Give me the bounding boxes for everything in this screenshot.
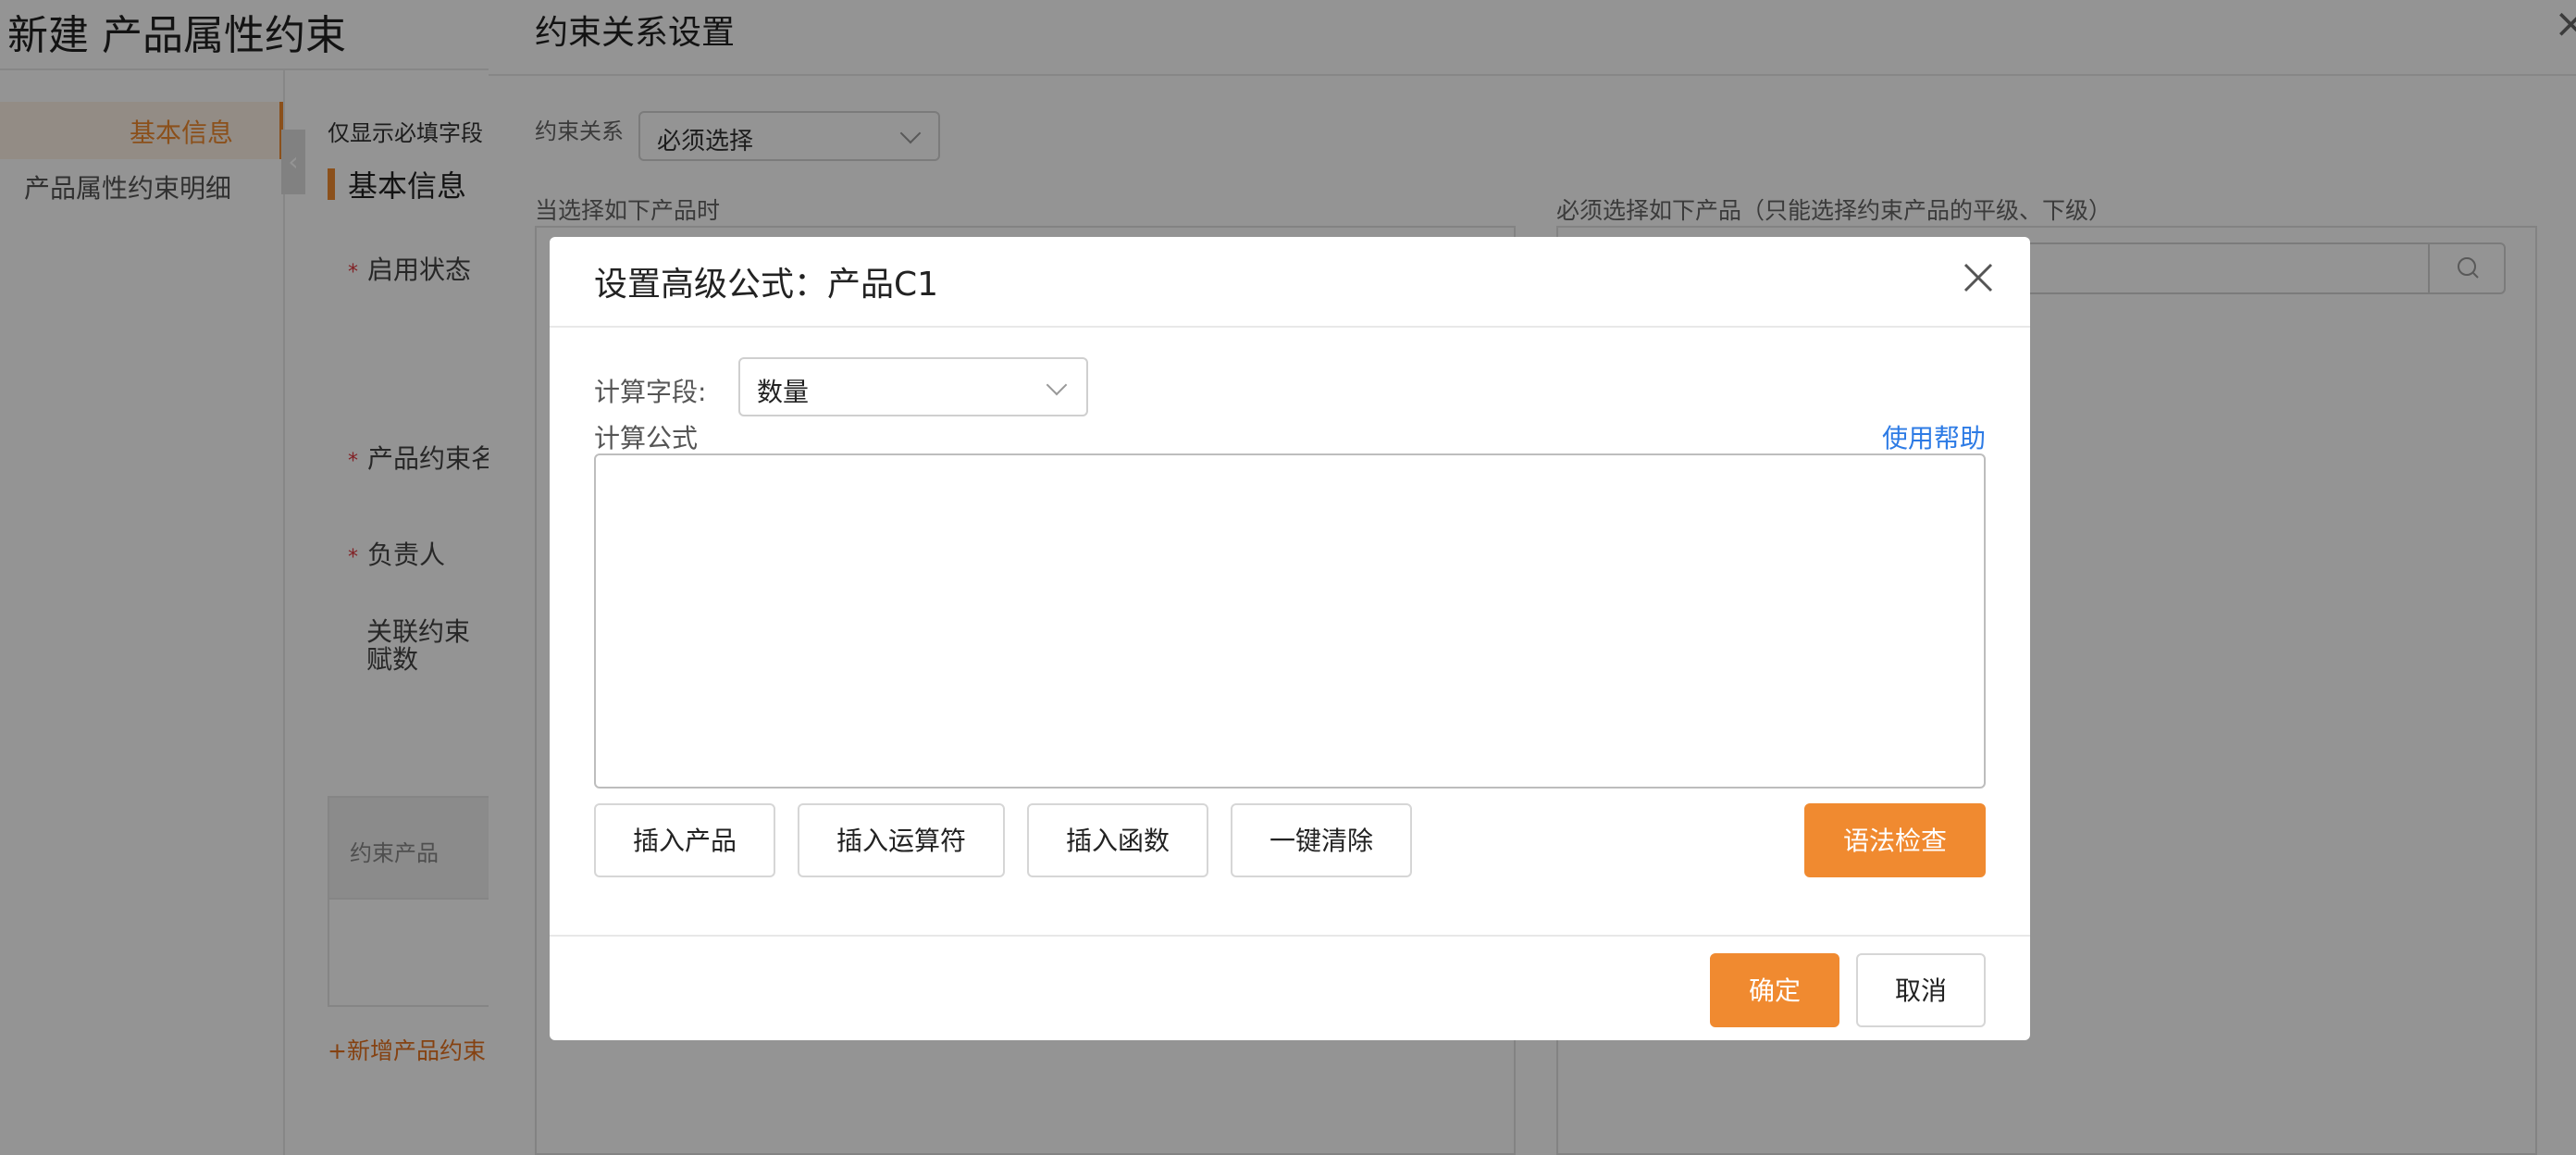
insert-function-button[interactable]: 插入函数 <box>1027 803 1208 877</box>
formula-label: 计算公式 <box>594 423 699 453</box>
calc-field-select[interactable]: 数量 <box>738 357 1088 416</box>
calc-field-label: 计算字段: <box>594 377 707 407</box>
help-link[interactable]: 使用帮助 <box>1882 418 1986 455</box>
dialog-footer-divider <box>550 935 2030 937</box>
clear-all-button[interactable]: 一键清除 <box>1231 803 1412 877</box>
dialog-header-divider <box>550 326 2030 328</box>
close-icon <box>1963 263 1993 292</box>
insert-operator-button[interactable]: 插入运算符 <box>798 803 1005 877</box>
dialog-close-button[interactable] <box>1960 259 1997 296</box>
chevron-down-icon <box>1046 374 1068 396</box>
syntax-check-button[interactable]: 语法检查 <box>1804 803 1986 877</box>
insert-product-button[interactable]: 插入产品 <box>594 803 775 877</box>
cancel-button[interactable]: 取消 <box>1856 953 1986 1027</box>
formula-textarea[interactable] <box>594 453 1986 789</box>
confirm-button[interactable]: 确定 <box>1710 953 1839 1027</box>
dialog-title: 设置高级公式：产品C1 <box>594 266 939 304</box>
